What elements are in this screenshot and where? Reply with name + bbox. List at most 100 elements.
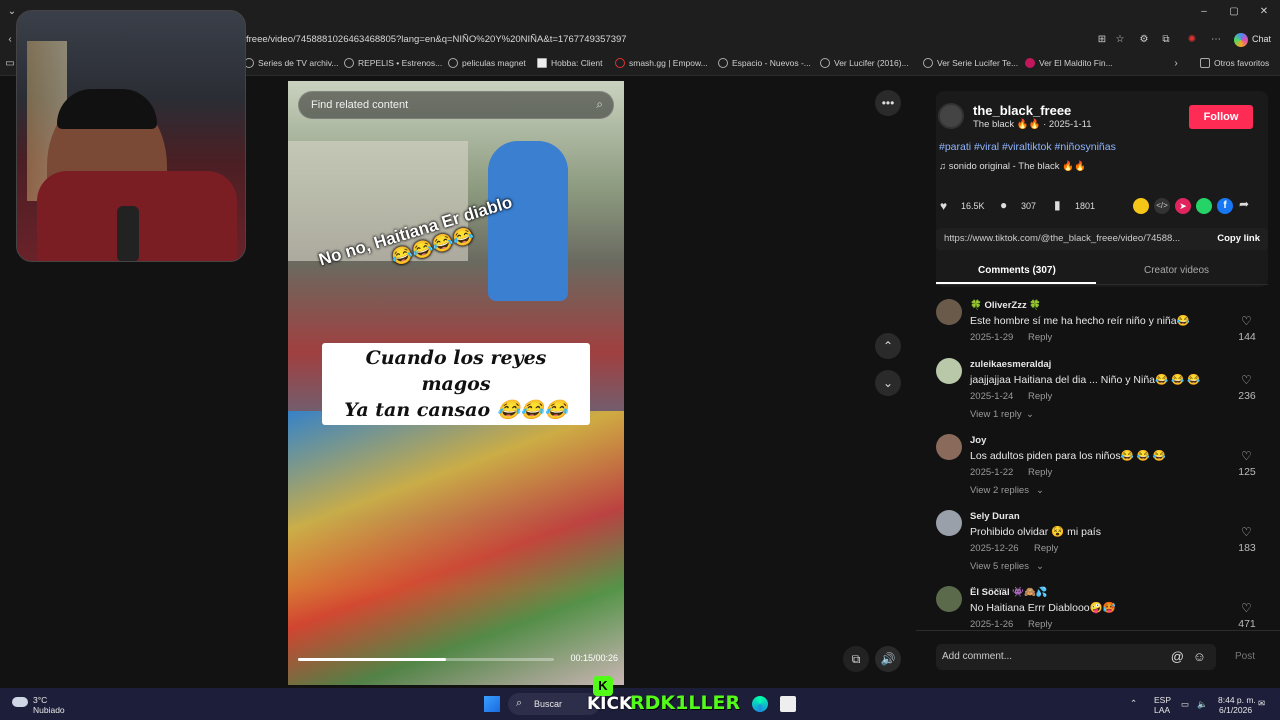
whatsapp-icon[interactable] [1196,198,1212,214]
send-icon[interactable]: ➤ [1175,198,1191,214]
previous-video-button[interactable]: ⌃ [875,333,901,359]
coin-icon[interactable] [1133,198,1149,214]
tab-comments[interactable]: Comments (307) [978,265,1056,276]
author-avatar[interactable] [938,103,964,129]
reply-button[interactable]: Reply [1028,619,1052,630]
extension-red-icon[interactable]: ✺ [1186,34,1198,46]
clock-date[interactable]: 6/1/2026 [1219,705,1252,715]
comment-like-icon[interactable]: ♡ [1241,449,1252,463]
favorite-item[interactable]: Espacio - Nuevos -... [718,58,811,68]
comment-date: 2025-1-29 [970,332,1014,343]
favorite-item[interactable]: Hobba: Client [537,58,603,68]
comment-user[interactable]: Joy [970,435,986,446]
weather-temp[interactable]: 3°C [33,695,47,705]
favorite-item[interactable]: peliculas magnet [448,58,526,68]
other-favorites[interactable]: Otros favoritos [1200,58,1269,68]
edge-icon[interactable] [752,696,768,712]
reply-button[interactable]: Reply [1028,391,1052,402]
comment-like-icon[interactable]: ♡ [1241,314,1252,328]
video-time: 00:15/00:26 [570,653,618,663]
post-comment-button[interactable]: Post [1235,651,1255,662]
comment-user[interactable]: Sely Duran [970,511,1020,522]
mention-icon[interactable]: @ [1171,649,1184,664]
comment-like-count: 236 [1238,390,1256,402]
comment-avatar[interactable] [936,434,962,460]
url-text[interactable]: freee/video/7458881026463468805?lang=en&… [246,34,627,45]
maximize-icon[interactable]: ▢ [1228,6,1240,18]
comment-like-icon[interactable]: ♡ [1241,601,1252,615]
follow-button[interactable]: Follow [1189,105,1253,129]
next-video-button[interactable]: ⌄ [875,370,901,396]
tab-menu-chevron-icon[interactable]: ⌄ [6,6,18,18]
comment-like-icon[interactable]: ♡ [1241,525,1252,539]
favorite-item[interactable]: Series de TV archiv... [244,58,338,68]
reply-button[interactable]: Reply [1028,332,1052,343]
emoji-icon[interactable]: ☺ [1193,649,1206,664]
favorite-item[interactable]: smash.gg | Empow... [615,58,708,68]
extensions-icon[interactable]: ⚙ [1138,34,1150,46]
post-link[interactable]: https://www.tiktok.com/@the_black_freee/… [944,233,1180,244]
favorite-label: REPELIS • Estrenos... [358,58,443,68]
video-progress-bar[interactable] [298,658,554,661]
windows-start-icon[interactable] [484,696,500,712]
copilot-icon[interactable] [1234,33,1248,47]
video-player[interactable]: Find related content ⌕ No no, Haitiana E… [288,81,624,685]
comment-like-icon[interactable]: ♡ [1241,373,1252,387]
reply-button[interactable]: Reply [1028,467,1052,478]
network-icon[interactable]: ▭ [1181,699,1189,710]
weather-desc[interactable]: Nubiado [33,705,65,715]
clock-time[interactable]: 8:44 p. m. [1218,695,1256,705]
tab-creator-videos[interactable]: Creator videos [1144,265,1209,276]
embed-icon[interactable]: </> [1154,198,1170,214]
share-icon[interactable]: ➦ [1239,197,1249,211]
favorite-star-icon[interactable]: ☆ [1114,34,1126,46]
favorite-item[interactable]: Ver Lucifer (2016)... [820,58,909,68]
save-icon[interactable]: ▮ [1054,198,1061,212]
lang-1[interactable]: ESP [1154,695,1171,705]
comment-avatar[interactable] [936,510,962,536]
more-options-icon[interactable]: ⋯ [1210,34,1222,46]
comment-user[interactable]: zuleikaesmeraldaj [970,359,1051,370]
speaker-icon[interactable]: 🔈 [1197,699,1208,710]
minimize-icon[interactable]: – [1198,6,1210,18]
sidebar-toggle-icon[interactable]: ▭ [4,58,16,70]
comment-avatar[interactable] [936,586,962,612]
floating-player-icon[interactable]: ⧉ [843,646,869,672]
copy-link-button[interactable]: Copy link [1217,233,1260,244]
facebook-icon[interactable]: f [1217,198,1233,214]
chat-label[interactable]: Chat [1252,34,1271,44]
store-icon[interactable] [780,696,796,712]
globe-icon [820,58,830,68]
favorite-item[interactable]: Ver Serie Lucifer Te... [923,58,1018,68]
hashtags[interactable]: #parati #viral #viraltiktok #niñosyniñas [939,141,1116,153]
favorite-item[interactable]: REPELIS • Estrenos... [344,58,442,68]
find-related-search[interactable]: Find related content ⌕ [298,91,614,119]
author-display-line: The black 🔥🔥 · 2025-1-11 [973,119,1092,130]
comment-avatar[interactable] [936,358,962,384]
sound-line[interactable]: ♫ sonido original - The black 🔥🔥 [939,161,1086,172]
search-icon[interactable]: ⌕ [596,97,603,112]
view-replies[interactable]: View 1 reply [970,409,1022,420]
app-available-icon[interactable]: ⊞ [1096,34,1108,46]
view-replies[interactable]: View 2 replies [970,485,1029,496]
lang-2[interactable]: LAA [1154,705,1170,715]
author-username[interactable]: the_black_freee [973,103,1071,118]
view-replies[interactable]: View 5 replies [970,561,1029,572]
like-icon[interactable]: ♥ [940,199,947,213]
chevron-right-icon[interactable]: › [1170,58,1182,70]
comment-avatar[interactable] [936,299,962,325]
add-comment-field[interactable]: Add comment... @ ☺ [936,644,1216,670]
more-options-button[interactable]: ••• [875,90,901,116]
close-icon[interactable]: ✕ [1258,6,1270,18]
comment-icon[interactable]: ● [1000,198,1007,212]
back-icon[interactable]: ‹ [4,34,16,46]
reply-button[interactable]: Reply [1034,543,1058,554]
volume-icon[interactable]: 🔊 [875,646,901,672]
split-screen-icon[interactable]: ⧉ [1160,34,1172,46]
comment-user[interactable]: 🍀 OliverZzz 🍀 [970,300,1041,311]
notification-icon[interactable]: ✉ [1258,698,1265,709]
chevron-up-icon[interactable]: ⌃ [1130,698,1137,709]
other-favorites-label: Otros favoritos [1214,58,1270,68]
favorite-item[interactable]: Ver El Maldito Fin... [1025,58,1113,68]
comment-user[interactable]: Ël Söčïäl 👾🙈💦 [970,587,1048,598]
